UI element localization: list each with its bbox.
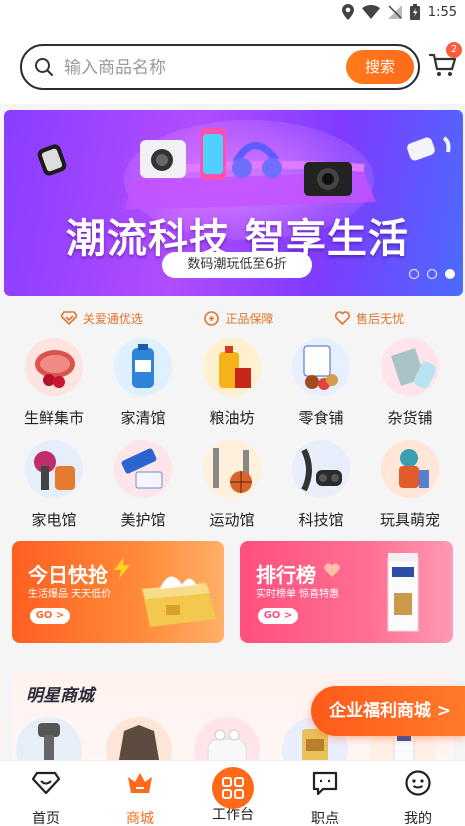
banner-pagination <box>409 269 455 279</box>
category-tech[interactable]: 科技馆 <box>286 440 356 530</box>
crown-icon <box>128 773 152 793</box>
heart-shield-icon <box>335 311 351 325</box>
bottom-nav: 首页 商城 工作台 职点 我的 <box>0 760 465 826</box>
category-label: 零食铺 <box>298 409 344 427</box>
banner-discount-pill: 数码潮玩低至6折 <box>162 252 312 278</box>
location-icon <box>341 4 354 20</box>
wifi-icon <box>361 5 380 19</box>
category-beauty[interactable]: 美护馆 <box>108 440 178 530</box>
promo-banner[interactable]: 潮流科技 智享生活 数码潮玩低至6折 <box>4 110 463 296</box>
promo-go-button[interactable]: GO > <box>30 608 70 624</box>
nav-label: 职点 <box>311 811 339 826</box>
nav-label: 首页 <box>32 811 60 826</box>
category-label: 美护馆 <box>120 511 166 529</box>
banner-dot-1[interactable] <box>409 269 419 279</box>
basketball-icon <box>203 440 261 498</box>
seal-icon <box>204 310 220 326</box>
earbuds-icon <box>292 440 350 498</box>
promo-subtitle: 生活爆品 天天低价 <box>28 589 112 600</box>
search-icon <box>35 58 53 76</box>
heart-icon <box>324 563 340 577</box>
guarantee-label-aftersales: 售后无忧 <box>356 311 405 326</box>
oil-bottle-icon <box>203 338 261 396</box>
enterprise-welfare-button[interactable]: 企业福利商城 > <box>311 686 465 736</box>
category-fresh-market[interactable]: 生鲜集市 <box>19 338 89 428</box>
banner-dot-2[interactable] <box>427 269 437 279</box>
cart-button[interactable]: 2 <box>428 42 462 80</box>
promo-flash-sale[interactable]: 今日快抢 生活爆品 天天低价 GO > <box>12 541 224 643</box>
category-label: 粮油坊 <box>209 409 255 427</box>
nav-profile[interactable]: 我的 <box>378 769 458 826</box>
smile-icon <box>405 770 431 796</box>
category-snacks[interactable]: 零食铺 <box>286 338 356 428</box>
search-bar[interactable]: 搜索 <box>20 44 420 90</box>
promo-ranking[interactable]: 排行榜 实时榜单 惊喜特惠 GO > <box>240 541 453 643</box>
category-label: 家电馆 <box>31 511 77 529</box>
nav-points[interactable]: 职点 <box>285 769 365 826</box>
home-diamond-icon <box>31 771 61 795</box>
banner-gadgets-illustration <box>37 128 451 210</box>
milk-carton-image <box>387 553 419 632</box>
guarantee-selected: 关爱通优选 <box>60 306 143 330</box>
nav-label: 商城 <box>126 811 154 826</box>
promo-title: 今日快抢 <box>28 563 108 587</box>
category-grain-oil[interactable]: 粮油坊 <box>197 338 267 428</box>
grid-icon <box>222 777 244 799</box>
cart-badge: 2 <box>446 42 462 58</box>
guarantee-label-authentic: 正品保障 <box>225 311 274 326</box>
status-time: 1:55 <box>427 4 457 20</box>
badge-diamond-icon <box>60 311 77 325</box>
battery-icon <box>409 4 420 20</box>
guarantee-aftersales: 售后无忧 <box>335 306 404 330</box>
no-signal-icon <box>387 5 402 19</box>
category-toys-pets[interactable]: 玩具萌宠 <box>375 440 445 530</box>
meat-cherry-icon <box>25 338 83 396</box>
hair-dryer-icon <box>25 440 83 498</box>
search-input[interactable] <box>64 55 324 81</box>
category-label: 家清馆 <box>120 409 166 427</box>
category-label: 运动馆 <box>209 511 255 529</box>
category-label: 玩具萌宠 <box>379 511 440 529</box>
tissue-box-image <box>142 576 216 627</box>
category-label: 科技馆 <box>298 511 344 529</box>
lightning-icon <box>114 557 130 579</box>
category-label: 生鲜集市 <box>23 409 84 427</box>
banner-dot-3[interactable] <box>445 269 455 279</box>
nav-label: 我的 <box>404 811 432 826</box>
storage-bag-icon <box>381 338 439 396</box>
guarantee-authentic: 正品保障 <box>204 306 273 330</box>
toothpaste-icon <box>114 440 172 498</box>
promo-title: 排行榜 <box>256 563 316 587</box>
header: 搜索 2 <box>0 28 465 104</box>
guarantee-bar: 关爱通优选 正品保障 售后无忧 <box>0 306 465 330</box>
cleaning-bottle-icon <box>114 338 172 396</box>
star-mall-title: 明星商城 <box>26 686 94 706</box>
nav-mall[interactable]: 商城 <box>100 769 180 826</box>
category-label: 杂货铺 <box>387 409 433 427</box>
chat-icon <box>312 771 338 796</box>
promo-subtitle: 实时榜单 惊喜特惠 <box>256 589 340 600</box>
nav-workbench[interactable]: 工作台 <box>193 767 273 824</box>
category-sports[interactable]: 运动馆 <box>197 440 267 530</box>
promo-go-button[interactable]: GO > <box>258 608 298 624</box>
search-button[interactable]: 搜索 <box>346 50 414 84</box>
category-groceries[interactable]: 杂货铺 <box>375 338 445 428</box>
toy-figure-icon <box>381 440 439 498</box>
status-bar: 1:55 <box>0 0 465 28</box>
category-appliances[interactable]: 家电馆 <box>19 440 89 530</box>
snack-box-icon <box>292 338 350 396</box>
nav-home[interactable]: 首页 <box>6 769 86 826</box>
category-home-cleaning[interactable]: 家清馆 <box>108 338 178 428</box>
guarantee-label-selected: 关爱通优选 <box>82 311 143 326</box>
